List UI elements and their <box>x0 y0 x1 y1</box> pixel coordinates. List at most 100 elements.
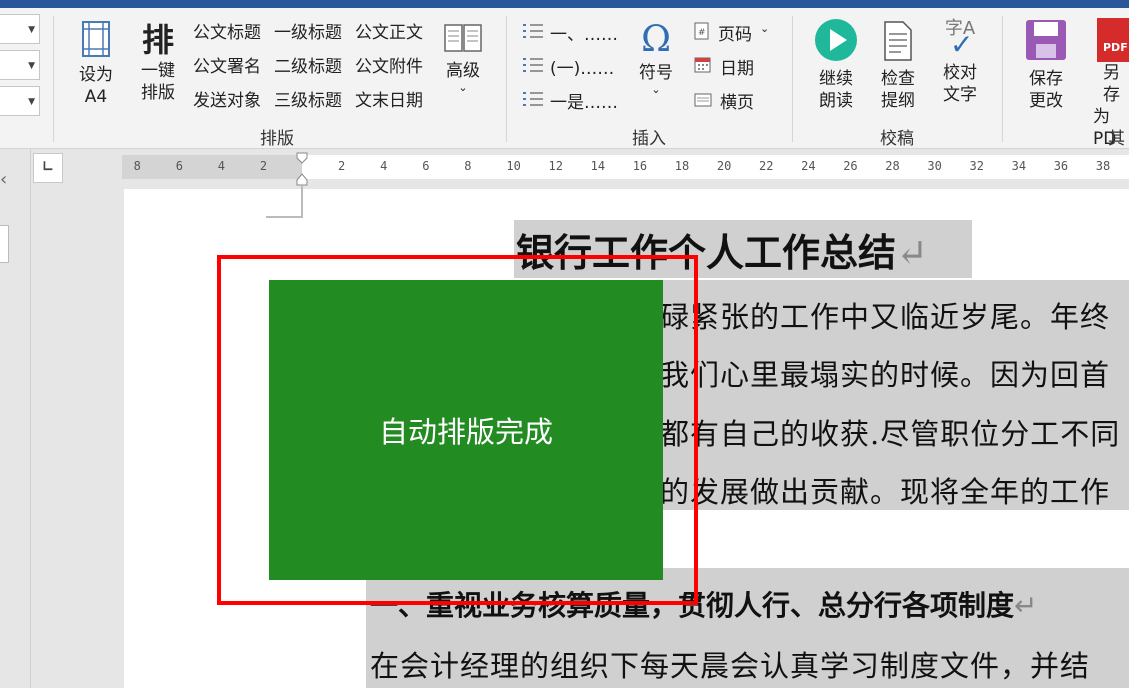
check-outline-label-1: 检查 <box>881 69 915 89</box>
check-outline-label-2: 提纲 <box>881 91 915 111</box>
body-line-5[interactable]: 在会计经理的组织下每天晨会认真学习制度文件，并结 <box>370 643 1090 685</box>
ribbon: ▼ ▼ ▼ 设为 A4 排 一键 排版 公文标题 一级标题 公文正文 公文署名 … <box>0 8 1129 149</box>
format-glyph-icon: 排 <box>141 21 174 59</box>
pdf-icon-label: PDF <box>1103 41 1128 54</box>
tab-stop-selector[interactable]: ∟ <box>33 153 63 183</box>
chevron-down-icon: ▼ <box>28 97 35 107</box>
body-line-1[interactable]: 碌紧张的工作中又临近岁尾。年终 <box>660 294 1110 336</box>
end-date-style[interactable]: 文末日期 <box>355 86 423 111</box>
advanced-label: 高级 <box>446 61 480 81</box>
body-line-2[interactable]: 我们心里最塌实的时候。因为回首 <box>660 352 1110 394</box>
doc-body-style[interactable]: 公文正文 <box>355 18 423 43</box>
highlight-annotation-box <box>217 255 698 605</box>
outline-doc-icon <box>884 21 912 61</box>
set-a4-label-2: A4 <box>84 87 108 107</box>
collapse-icon[interactable]: ‹ <box>0 169 7 190</box>
ruler-tick: 32 <box>969 159 984 173</box>
ruler-tick: 2 <box>338 159 346 173</box>
play-icon <box>815 19 857 61</box>
ruler-tick: 10 <box>506 159 521 173</box>
group-label-paiban: 排版 <box>260 129 294 149</box>
ruler-tick: 36 <box>1053 159 1069 173</box>
svg-text:#: # <box>698 28 706 38</box>
body-line-4[interactable]: 的发展做出贡献。现将全年的工作 <box>660 469 1110 511</box>
group-label-proof: 校稿 <box>880 129 914 149</box>
group-label-insert: 插入 <box>632 129 666 149</box>
date-button[interactable]: 日期 <box>720 54 754 79</box>
ruler-tick: 6 <box>422 159 430 173</box>
ruler-tick: 24 <box>801 159 816 173</box>
list-style-2[interactable]: (一)…… <box>550 54 614 79</box>
ruler-tick: 12 <box>548 159 563 173</box>
ruler-tick: 38 <box>1095 159 1111 173</box>
title-bar <box>0 0 1129 8</box>
ruler-tick: 20 <box>716 159 732 173</box>
ribbon-separator <box>792 16 793 142</box>
landscape-page-icon <box>694 93 712 107</box>
continue-read-button[interactable]: 继续 朗读 <box>812 18 860 112</box>
set-a4-button[interactable]: 设为 A4 <box>72 20 120 108</box>
paragraph-mark: ↵ <box>896 231 928 275</box>
omega-icon: Ω <box>641 19 671 60</box>
page-number-icon: # <box>694 22 709 40</box>
doc-attachment-style[interactable]: 公文附件 <box>355 52 423 77</box>
left-panel-box[interactable] <box>0 225 9 263</box>
doc-signature-style[interactable]: 公文署名 <box>193 52 261 77</box>
pdf-icon: PDF <box>1097 18 1129 62</box>
level3-heading-style[interactable]: 三级标题 <box>274 86 342 111</box>
ruler-tick: 8 <box>464 159 472 173</box>
symbol-label: 符号 <box>639 63 673 83</box>
list-number-icon <box>523 24 543 38</box>
save-changes-label-2: 更改 <box>1029 91 1063 111</box>
doc-title-style[interactable]: 公文标题 <box>193 18 261 43</box>
chevron-down-icon: ⌄ <box>651 83 661 96</box>
list-style-1[interactable]: 一、…… <box>550 20 618 45</box>
ribbon-separator <box>1002 16 1003 142</box>
chevron-down-icon: ▼ <box>28 25 35 35</box>
symbol-button[interactable]: Ω 符号 ⌄ <box>632 20 680 96</box>
landscape-button[interactable]: 横页 <box>720 88 754 113</box>
chevron-down-icon: ⌄ <box>760 22 770 35</box>
proofread-label-2: 文字 <box>943 85 977 105</box>
ribbon-separator <box>53 16 54 142</box>
ruler-tick: 18 <box>674 159 690 173</box>
paragraph-mark: ↵ <box>1014 589 1038 622</box>
ruler-tick: 6 <box>175 159 183 173</box>
level1-heading-style[interactable]: 一级标题 <box>274 18 342 43</box>
style-dropdown-1[interactable]: ▼ <box>0 14 40 44</box>
style-dropdown-2[interactable]: ▼ <box>0 50 40 80</box>
group-label-other: 其 <box>1108 129 1125 149</box>
calendar-icon <box>694 57 711 73</box>
page-layout-icon <box>82 21 110 57</box>
ruler-tick: 26 <box>843 159 858 173</box>
ruler-margin <box>122 155 302 179</box>
advanced-button[interactable]: 高级 ⌄ <box>440 22 486 94</box>
one-click-label-2: 排版 <box>141 83 175 103</box>
ribbon-separator <box>506 16 507 142</box>
ruler-tick: 8 <box>133 159 141 173</box>
page-number-button[interactable]: 页码 <box>718 20 752 45</box>
proofread-text-button[interactable]: 字A ✓ 校对 文字 <box>936 18 984 106</box>
one-click-format-button[interactable]: 排 一键 排版 <box>134 20 182 104</box>
margin-corner-mark <box>266 216 302 218</box>
indent-marker-icon[interactable] <box>296 152 308 186</box>
ruler-tick: 4 <box>380 159 388 173</box>
recipient-style[interactable]: 发送对象 <box>193 86 261 111</box>
continue-read-label-1: 继续 <box>819 69 853 89</box>
ruler-tick: 22 <box>759 159 774 173</box>
style-dropdown-3[interactable]: ▼ <box>0 86 40 116</box>
save-as-pdf-label-1: 另存 <box>1103 63 1120 105</box>
body-line-3[interactable]: 都有自己的收获.尽管职位分工不同 <box>660 411 1120 453</box>
check-outline-button[interactable]: 检查 提纲 <box>874 20 922 112</box>
set-a4-label-1: 设为 <box>79 65 113 85</box>
ruler-tick: 14 <box>590 159 606 173</box>
chevron-down-icon: ▼ <box>28 61 35 71</box>
list-style-3[interactable]: 一是…… <box>550 88 618 113</box>
level2-heading-style[interactable]: 二级标题 <box>274 52 342 77</box>
save-changes-label-1: 保存 <box>1029 69 1063 89</box>
horizontal-ruler[interactable]: 8 6 4 2 2 4 6 8 10 12 14 16 18 20 22 24 26 28 30 32 34 36 38 <box>122 155 1129 179</box>
proofread-label-1: 校对 <box>943 63 977 83</box>
book-icon <box>444 24 482 52</box>
save-changes-button[interactable]: 保存 更改 <box>1022 18 1070 112</box>
margin-corner-mark <box>301 186 303 218</box>
